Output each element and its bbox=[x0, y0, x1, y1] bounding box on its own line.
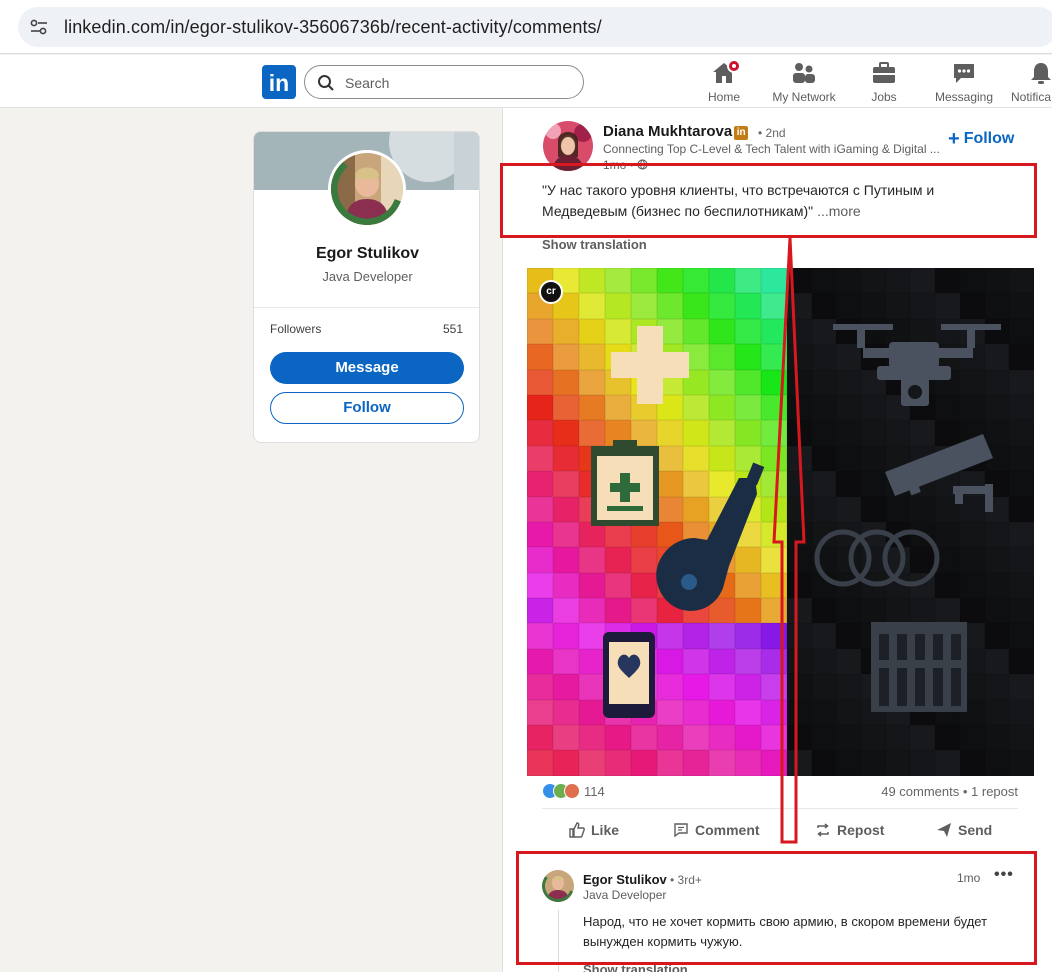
prison-bars-icon bbox=[871, 622, 967, 712]
like-label: Like bbox=[591, 822, 620, 838]
nav-home[interactable]: Home bbox=[704, 59, 744, 105]
search-box[interactable] bbox=[304, 65, 584, 99]
search-icon bbox=[318, 75, 334, 91]
guitar-icon bbox=[656, 462, 765, 611]
messaging-icon bbox=[951, 61, 977, 85]
browser-address-bar: linkedin.com/in/egor-stulikov-35606736b/… bbox=[0, 0, 1052, 54]
divider bbox=[254, 307, 479, 308]
comment-button[interactable]: Comment bbox=[673, 822, 760, 842]
repost-button[interactable]: Repost bbox=[815, 822, 884, 842]
nav-messaging[interactable]: Messaging bbox=[933, 61, 995, 105]
post-author-avatar[interactable] bbox=[543, 121, 593, 171]
post-author-name[interactable]: Diana Mukhtarova in bbox=[603, 123, 749, 140]
send-label: Send bbox=[958, 822, 993, 838]
profile-follow-button[interactable]: Follow bbox=[270, 392, 464, 424]
nav-my-network[interactable]: My Network bbox=[769, 61, 839, 105]
thumbs-up-icon bbox=[569, 822, 585, 838]
divider bbox=[542, 808, 1018, 809]
post-stats[interactable]: 49 comments • 1 repost bbox=[881, 784, 1018, 799]
thread-line bbox=[558, 910, 559, 972]
repost-icon bbox=[817, 823, 829, 837]
followers-label: Followers bbox=[270, 322, 322, 336]
nav-notifications-label: Notifica bbox=[1011, 90, 1052, 104]
reaction-count: 114 bbox=[584, 784, 605, 799]
comment-icon bbox=[674, 823, 688, 838]
comment-connection-degree: • 3rd+ bbox=[670, 873, 702, 887]
linkedin-nav: in Home My Network Jobs Messaging bbox=[0, 55, 1052, 108]
profile-headline: Java Developer bbox=[322, 269, 413, 284]
send-icon bbox=[937, 823, 951, 837]
comment-label: Comment bbox=[695, 822, 760, 838]
post-text: "У нас такого уровня клиенты, что встреч… bbox=[542, 180, 982, 222]
comment-time: 1mo bbox=[957, 871, 981, 885]
post-time-text: 1mo • bbox=[603, 158, 634, 172]
url-text: linkedin.com/in/egor-stulikov-35606736b/… bbox=[64, 17, 602, 37]
profile-name[interactable]: Egor Stulikov bbox=[254, 245, 479, 263]
linkedin-premium-badge: in bbox=[734, 126, 749, 140]
nav-home-label: Home bbox=[707, 90, 740, 104]
send-button[interactable]: Send bbox=[936, 822, 992, 842]
post-connection-degree: • 2nd bbox=[758, 126, 786, 140]
post-text-content: "У нас такого уровня клиенты, что встреч… bbox=[542, 182, 935, 219]
profile-avatar[interactable] bbox=[328, 150, 406, 228]
post-image[interactable]: cr bbox=[527, 268, 1034, 776]
comment-text: Народ, что не хочет кормить свою армию, … bbox=[583, 914, 988, 949]
drone-icon bbox=[833, 324, 1001, 406]
notification-dot bbox=[727, 59, 741, 73]
post-show-translation[interactable]: Show translation bbox=[542, 237, 647, 252]
url-field[interactable]: linkedin.com/in/egor-stulikov-35606736b/… bbox=[18, 7, 1052, 47]
see-more-link[interactable]: ...more bbox=[817, 203, 861, 219]
nav-jobs-label: Jobs bbox=[871, 90, 897, 104]
home-icon bbox=[711, 59, 741, 85]
comment-show-translation[interactable]: Show translation bbox=[583, 962, 688, 972]
comment-author-avatar[interactable] bbox=[542, 870, 574, 902]
post-follow-button[interactable]: + Follow bbox=[948, 128, 1014, 151]
post-image-illustration bbox=[591, 324, 1001, 718]
bell-icon bbox=[1028, 61, 1052, 85]
phone-heart-icon bbox=[603, 632, 655, 718]
comment-author-name[interactable]: Egor Stulikov bbox=[583, 872, 667, 887]
post-time: 1mo • bbox=[603, 158, 648, 172]
post-author-name-text[interactable]: Diana Mukhtarova bbox=[603, 123, 732, 140]
briefcase-icon bbox=[871, 61, 897, 85]
image-source-badge: cr bbox=[539, 280, 563, 304]
security-camera-icon bbox=[885, 434, 993, 512]
search-input[interactable] bbox=[345, 73, 565, 93]
site-info-icon[interactable] bbox=[28, 16, 50, 38]
network-icon bbox=[791, 61, 817, 85]
followers-count: 551 bbox=[442, 322, 463, 336]
message-button[interactable]: Message bbox=[270, 352, 464, 384]
post-follow-label: Follow bbox=[963, 130, 1015, 147]
profile-card: Egor Stulikov Java Developer Followers 5… bbox=[253, 131, 480, 443]
clipboard-icon bbox=[591, 440, 659, 526]
comment-author-headline: Java Developer bbox=[583, 888, 667, 902]
post-author-headline: Connecting Top C-Level & Tech Talent wit… bbox=[603, 142, 940, 156]
linkedin-logo[interactable]: in bbox=[262, 65, 296, 99]
medical-cross-icon bbox=[611, 326, 689, 404]
nav-my-network-label: My Network bbox=[772, 90, 836, 104]
love-reaction-icon bbox=[564, 783, 580, 799]
nav-notifications[interactable]: Notifica bbox=[1008, 61, 1052, 105]
globe-icon bbox=[637, 159, 648, 170]
like-button[interactable]: Like bbox=[569, 822, 619, 842]
plus-icon: + bbox=[948, 128, 960, 150]
repost-label: Repost bbox=[837, 822, 885, 838]
nav-jobs[interactable]: Jobs bbox=[865, 61, 903, 105]
barbed-wire-icon bbox=[814, 529, 940, 587]
nav-messaging-label: Messaging bbox=[934, 90, 994, 104]
comment-more-options-icon[interactable]: ••• bbox=[994, 866, 1014, 884]
